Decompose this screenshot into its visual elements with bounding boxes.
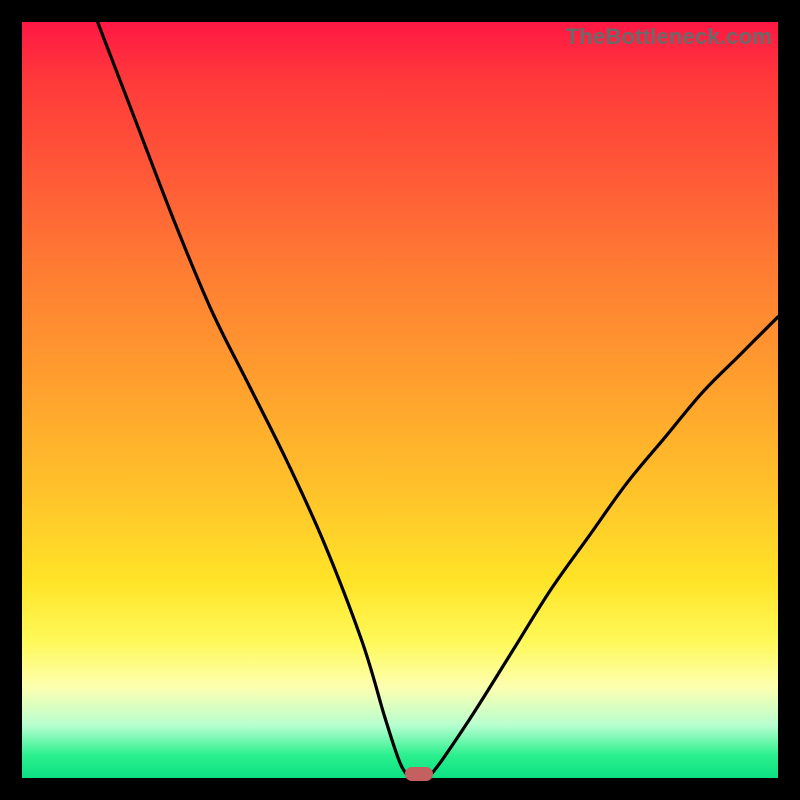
bottleneck-curve <box>22 22 778 778</box>
curve-path <box>98 22 778 778</box>
chart-frame: TheBottleneck.com <box>0 0 800 800</box>
plot-area: TheBottleneck.com <box>22 22 778 778</box>
optimum-marker <box>405 767 433 781</box>
